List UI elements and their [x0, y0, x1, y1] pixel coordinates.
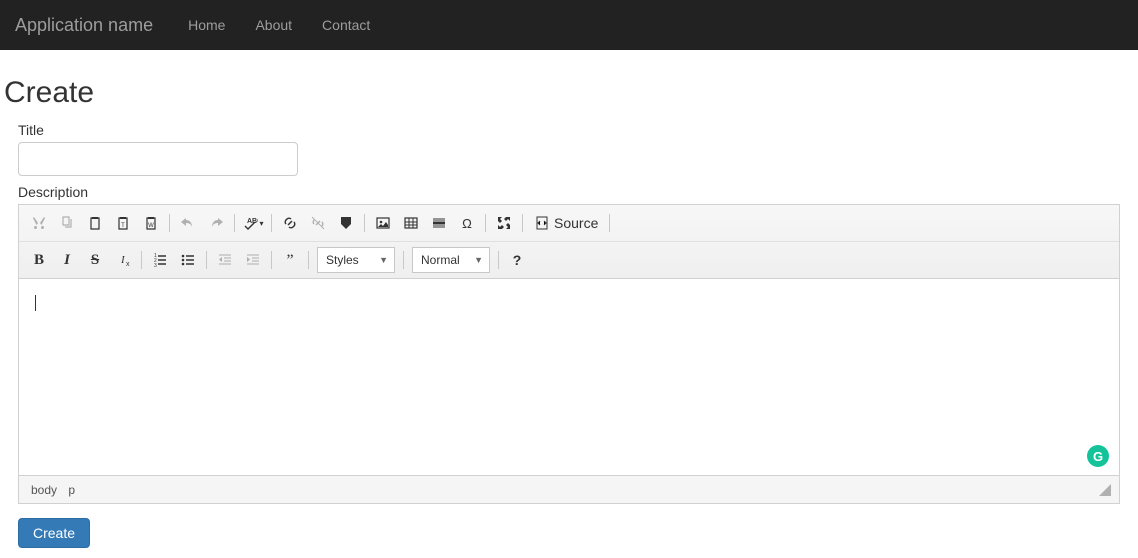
path-body[interactable]: body	[27, 481, 61, 499]
undo-button[interactable]	[174, 209, 202, 237]
create-button[interactable]: Create	[18, 518, 90, 548]
strike-button[interactable]: S	[81, 246, 109, 274]
editor-body[interactable]: G	[19, 279, 1119, 475]
bold-button[interactable]: B	[25, 246, 53, 274]
toolbar-separator	[364, 214, 365, 232]
toolbar-separator	[141, 251, 142, 269]
nav-link-about[interactable]: About	[240, 17, 307, 33]
horizontal-rule-button[interactable]	[425, 209, 453, 237]
resize-handle[interactable]	[1099, 484, 1111, 496]
toolbar-separator	[485, 214, 486, 232]
rich-text-editor: T W ABC▾ Ω Source	[18, 204, 1120, 504]
svg-text:W: W	[148, 223, 154, 229]
path-p[interactable]: p	[64, 481, 79, 499]
toolbar-separator	[498, 251, 499, 269]
toolbar-separator	[206, 251, 207, 269]
maximize-button[interactable]	[490, 209, 518, 237]
navbar: Application name Home About Contact	[0, 0, 1138, 50]
remove-format-button[interactable]: Ix	[109, 246, 137, 274]
bold-icon: B	[34, 252, 44, 269]
title-input[interactable]	[18, 142, 298, 176]
chevron-down-icon: ▼	[379, 255, 388, 265]
indent-button[interactable]	[239, 246, 267, 274]
format-combo-label: Normal	[421, 253, 460, 267]
toolbar-separator	[308, 251, 309, 269]
link-button[interactable]	[276, 209, 304, 237]
nav-link-contact[interactable]: Contact	[307, 17, 385, 33]
toolbar-row-1: T W ABC▾ Ω Source	[19, 205, 1119, 241]
nav-link-home[interactable]: Home	[173, 17, 240, 33]
editor-toolbar: T W ABC▾ Ω Source	[19, 205, 1119, 279]
cut-button[interactable]	[25, 209, 53, 237]
toolbar-separator	[169, 214, 170, 232]
numbered-list-button[interactable]: 123	[146, 246, 174, 274]
bullet-list-button[interactable]	[174, 246, 202, 274]
special-char-button[interactable]: Ω	[453, 209, 481, 237]
format-combo[interactable]: Normal ▼	[412, 247, 490, 273]
spellcheck-button[interactable]: ABC▾	[239, 209, 267, 237]
toolbar-row-2: B I S Ix 123 ” Styles ▼ Normal ▼ ?	[19, 241, 1119, 278]
styles-combo-label: Styles	[326, 253, 359, 267]
strike-icon: S	[91, 252, 99, 269]
image-button[interactable]	[369, 209, 397, 237]
svg-text:3: 3	[154, 263, 157, 268]
copy-button[interactable]	[53, 209, 81, 237]
svg-text:x: x	[126, 261, 130, 268]
title-label: Title	[18, 122, 1120, 138]
svg-text:?: ?	[513, 252, 522, 268]
toolbar-separator	[609, 214, 610, 232]
source-label: Source	[554, 215, 598, 231]
paste-word-button[interactable]: W	[137, 209, 165, 237]
styles-combo[interactable]: Styles ▼	[317, 247, 395, 273]
unlink-button[interactable]	[304, 209, 332, 237]
paste-text-button[interactable]: T	[109, 209, 137, 237]
navbar-brand[interactable]: Application name	[15, 15, 153, 36]
table-button[interactable]	[397, 209, 425, 237]
svg-text:T: T	[121, 223, 125, 229]
redo-button[interactable]	[202, 209, 230, 237]
svg-text:Ω: Ω	[462, 216, 472, 231]
outdent-button[interactable]	[211, 246, 239, 274]
element-path: body p	[27, 483, 79, 497]
page-heading: Create	[4, 76, 1120, 110]
title-field-group: Title	[18, 122, 1120, 176]
description-label: Description	[18, 184, 1120, 200]
anchor-button[interactable]	[332, 209, 360, 237]
toolbar-separator	[403, 251, 404, 269]
italic-button[interactable]: I	[53, 246, 81, 274]
toolbar-separator	[522, 214, 523, 232]
chevron-down-icon: ▼	[474, 255, 483, 265]
toolbar-separator	[271, 214, 272, 232]
grammarly-icon[interactable]: G	[1087, 445, 1109, 467]
text-cursor	[35, 295, 36, 311]
toolbar-separator	[271, 251, 272, 269]
italic-icon: I	[64, 252, 70, 269]
blockquote-button[interactable]: ”	[276, 246, 304, 274]
svg-text:”: ”	[286, 252, 293, 268]
description-label-group: Description	[18, 184, 1120, 200]
about-button[interactable]: ?	[503, 246, 531, 274]
page-container: Create Title Description T W ABC▾	[0, 50, 1138, 558]
toolbar-separator	[234, 214, 235, 232]
paste-button[interactable]	[81, 209, 109, 237]
editor-footer: body p	[19, 475, 1119, 503]
source-button[interactable]: Source	[527, 209, 605, 237]
